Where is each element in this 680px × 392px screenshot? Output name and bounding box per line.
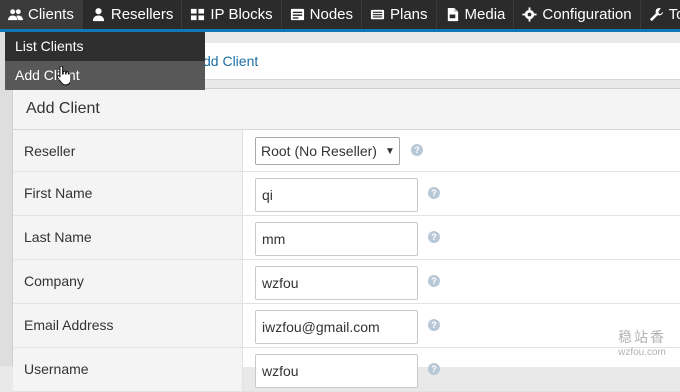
username-field[interactable] — [255, 354, 418, 388]
hand-cursor-icon — [56, 65, 72, 86]
company-field[interactable] — [255, 266, 418, 300]
nav-clients[interactable]: Clients — [0, 0, 83, 29]
first-name-label: First Name — [13, 172, 243, 215]
wrench-icon — [649, 7, 664, 22]
form-row-reseller: Reseller Root (No Reseller) ▼ ? — [13, 130, 680, 172]
reseller-label: Reseller — [13, 130, 243, 171]
form-row-username: Username ? — [13, 348, 680, 392]
nav-plans[interactable]: Plans — [362, 0, 437, 29]
nav-media[interactable]: Media — [437, 0, 515, 29]
nav-label: Clients — [28, 6, 74, 23]
help-icon[interactable]: ? — [428, 363, 440, 375]
username-label: Username — [13, 348, 243, 391]
clients-dropdown-menu: List Clients Add Client — [5, 32, 205, 90]
nav-label: Plans — [390, 6, 428, 23]
nav-label: Tools — [668, 6, 680, 23]
email-field[interactable] — [255, 310, 418, 344]
list-icon — [370, 7, 385, 22]
add-client-panel: Add Client Reseller Root (No Reseller) ▼… — [12, 88, 680, 392]
form-row-company: Company ? — [13, 260, 680, 304]
server-icon — [290, 7, 305, 22]
nav-label: Media — [464, 6, 506, 23]
reseller-select[interactable]: Root (No Reseller) ▼ — [255, 137, 400, 165]
breadcrumb-add-client-link[interactable]: dd Client — [203, 53, 258, 69]
watermark-domain: wzfou.com — [618, 347, 666, 358]
nav-label: Nodes — [309, 6, 353, 23]
help-icon[interactable]: ? — [428, 275, 440, 287]
users-icon — [8, 7, 23, 22]
file-icon — [445, 7, 460, 22]
menu-item-add-client[interactable]: Add Client — [5, 61, 205, 90]
last-name-field[interactable] — [255, 222, 418, 256]
user-icon — [91, 7, 106, 22]
form-row-email: Email Address ? — [13, 304, 680, 348]
menu-item-list-clients[interactable]: List Clients — [5, 32, 205, 61]
help-icon[interactable]: ? — [428, 231, 440, 243]
nav-nodes[interactable]: Nodes — [282, 0, 362, 29]
form-row-last-name: Last Name ? — [13, 216, 680, 260]
help-icon[interactable]: ? — [411, 144, 423, 156]
help-icon[interactable]: ? — [428, 187, 440, 199]
watermark-title: 稳站香 — [618, 329, 666, 345]
chevron-down-icon: ▼ — [385, 145, 395, 157]
nav-label: Resellers — [110, 6, 174, 23]
nav-tools[interactable]: Tools — [641, 0, 680, 29]
last-name-label: Last Name — [13, 216, 243, 259]
help-icon[interactable]: ? — [428, 319, 440, 331]
email-label: Email Address — [13, 304, 243, 347]
nav-label: Configuration — [542, 6, 632, 23]
nav-ip-blocks[interactable]: IP Blocks — [182, 0, 282, 29]
nav-label: IP Blocks — [210, 6, 273, 23]
first-name-field[interactable] — [255, 178, 418, 212]
company-label: Company — [13, 260, 243, 303]
top-navigation: Clients Resellers IP Blocks Nodes Plans … — [0, 0, 680, 32]
watermark: 稳站香 wzfou.com — [618, 327, 666, 358]
reseller-select-value: Root (No Reseller) — [261, 143, 377, 159]
panel-title: Add Client — [13, 89, 680, 130]
nav-resellers[interactable]: Resellers — [83, 0, 183, 29]
form-row-first-name: First Name ? — [13, 172, 680, 216]
gear-icon — [522, 7, 537, 22]
nav-configuration[interactable]: Configuration — [514, 0, 641, 29]
grid-icon — [190, 7, 205, 22]
